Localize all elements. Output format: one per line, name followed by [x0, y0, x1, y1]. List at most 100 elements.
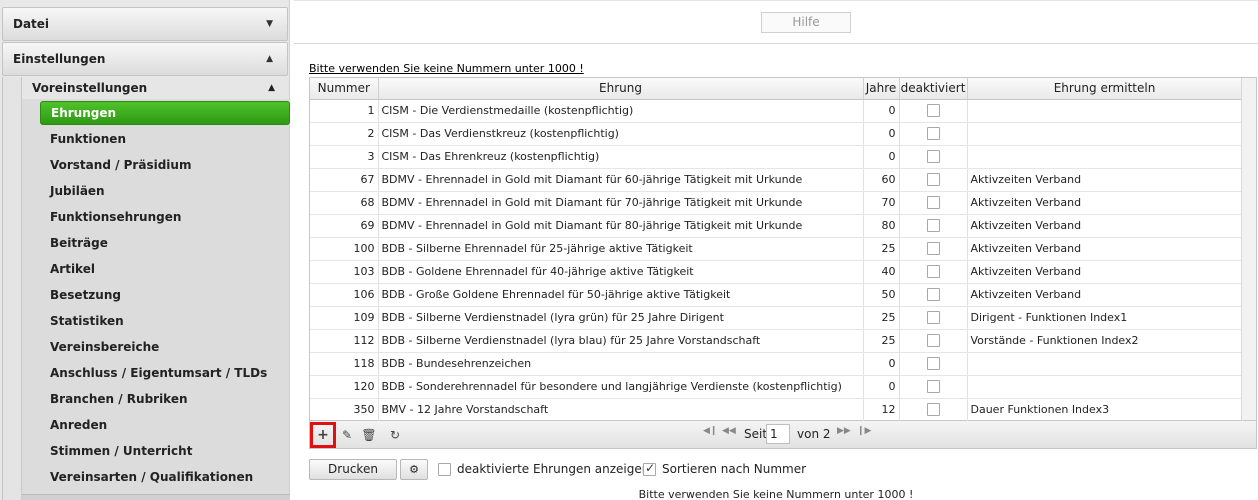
cell-nummer: 120 — [310, 375, 379, 399]
column-header-deaktiviert[interactable]: deaktiviert — [899, 78, 968, 100]
sidebar-item-funktionen[interactable]: Funktionen — [40, 126, 290, 152]
accordion-voreinstellungen[interactable]: Voreinstellungen ▲ — [22, 77, 289, 99]
table-row[interactable]: 68 BDMV - Ehrennadel in Gold mit Diamant … — [310, 191, 1243, 215]
cell-jahre: 80 — [863, 214, 900, 238]
table-row[interactable]: 118 BDB - Bundesehrenzeichen 0 — [310, 352, 1243, 376]
column-header-nummer[interactable]: Nummer — [310, 78, 379, 100]
cell-jahre: 60 — [863, 168, 900, 192]
sidebar-item-stimmen-unterricht[interactable]: Stimmen / Unterricht — [40, 438, 290, 464]
add-icon[interactable]: + — [313, 425, 333, 445]
sidebar-item-vereinsbereiche[interactable]: Vereinsbereiche — [40, 334, 290, 360]
sidebar-item-statistiken[interactable]: Statistiken — [40, 308, 290, 334]
cell-ehrung: BDB - Große Goldene Ehrennadel für 50-jä… — [378, 283, 864, 307]
next-page-icon[interactable]: ▶▶ — [837, 426, 851, 436]
deaktiviert-checkbox[interactable] — [926, 334, 940, 348]
deaktiviert-checkbox[interactable] — [926, 311, 940, 325]
refresh-icon[interactable]: ↻ — [385, 425, 405, 445]
table-body: 1 CISM - Die Verdienstmedaille (kostenpfl… — [310, 99, 1243, 422]
table-row[interactable]: 1 CISM - Die Verdienstmedaille (kostenpfl… — [310, 99, 1243, 123]
sidebar-item-jubiläen[interactable]: Jubiläen — [40, 178, 290, 204]
cell-ehrung: BDB - Silberne Verdienstnadel (lyra grün… — [378, 306, 864, 330]
table-row[interactable]: 112 BDB - Silberne Verdienstnadel (lyra b… — [310, 329, 1243, 353]
previous-page-icon[interactable]: ◀◀ — [722, 426, 736, 436]
deaktiviert-checkbox[interactable] — [926, 196, 940, 210]
print-button[interactable]: Drucken — [309, 459, 397, 480]
show-deactivated-checkbox[interactable] — [438, 463, 451, 476]
sidebar-item-ehrungen[interactable]: Ehrungen — [40, 101, 290, 125]
cell-ermitteln: Dirigent - Funktionen Index1 — [967, 306, 1243, 330]
deaktiviert-checkbox[interactable] — [926, 380, 940, 394]
sidebar-item-anreden[interactable]: Anreden — [40, 412, 290, 438]
cell-deaktiviert — [899, 237, 968, 261]
sidebar-item-vorstand-präsidium[interactable]: Vorstand / Präsidium — [40, 152, 290, 178]
column-header-ermitteln[interactable]: Ehrung ermitteln — [967, 78, 1243, 100]
last-page-icon[interactable]: ❙▶ — [857, 426, 871, 436]
deaktiviert-checkbox[interactable] — [926, 403, 940, 417]
table-row[interactable]: 120 BDB - Sonderehrennadel für besondere … — [310, 375, 1243, 399]
table-row[interactable]: 67 BDMV - Ehrennadel in Gold mit Diamant … — [310, 168, 1243, 192]
cell-jahre: 25 — [863, 329, 900, 353]
cell-ermitteln — [967, 99, 1243, 123]
cell-ermitteln: Vorstände - Funktionen Index2 — [967, 329, 1243, 353]
table-row[interactable]: 103 BDB - Goldene Ehrennadel für 40-jähri… — [310, 260, 1243, 284]
cell-jahre: 0 — [863, 122, 900, 146]
deaktiviert-checkbox[interactable] — [926, 265, 940, 279]
deaktiviert-checkbox[interactable] — [926, 242, 940, 256]
deaktiviert-checkbox[interactable] — [926, 219, 940, 233]
table-row[interactable]: 106 BDB - Große Goldene Ehrennadel für 50… — [310, 283, 1243, 307]
cell-deaktiviert — [899, 352, 968, 376]
table-row[interactable]: 3 CISM - Das Ehrenkreuz (kostenpflichtig)… — [310, 145, 1243, 169]
sidebar-item-beiträge[interactable]: Beiträge — [40, 230, 290, 256]
table-row[interactable]: 69 BDMV - Ehrennadel in Gold mit Diamant … — [310, 214, 1243, 238]
deaktiviert-checkbox[interactable] — [926, 150, 940, 164]
accordion-voreinstellungen-label: Voreinstellungen — [32, 81, 148, 95]
sort-by-number-checkbox[interactable] — [643, 461, 656, 476]
first-page-icon[interactable]: ◀❙ — [703, 426, 717, 436]
cell-jahre: 12 — [863, 398, 900, 422]
ehrungen-table: Nummer Ehrung Jahre deaktiviert Ehrung e… — [310, 78, 1243, 422]
deaktiviert-checkbox[interactable] — [926, 104, 940, 118]
sidebar: Datei ▼ Einstellungen ▲ Voreinstellungen… — [0, 0, 290, 500]
sidebar-item-anschluss-eigentumsart-tlds[interactable]: Anschluss / Eigentumsart / TLDs — [40, 360, 290, 386]
deaktiviert-checkbox[interactable] — [926, 127, 940, 141]
edit-icon[interactable]: ✎ — [337, 425, 357, 445]
delete-icon[interactable]: 🗑 — [359, 425, 379, 445]
cell-ehrung: BDB - Silberne Verdienstnadel (lyra blau… — [378, 329, 864, 353]
show-deactivated-option[interactable]: deaktivierte Ehrungen anzeigen — [438, 462, 649, 476]
cell-ermitteln: Aktivzeiten Verband — [967, 260, 1243, 284]
cell-deaktiviert — [899, 306, 968, 330]
settings-gear-icon[interactable]: ⚙ — [400, 459, 428, 480]
page-number-input[interactable]: 1 — [766, 424, 790, 444]
chevron-down-icon: ▼ — [266, 19, 273, 29]
accordion-datei[interactable]: Datei ▼ — [2, 7, 288, 41]
cell-ermitteln — [967, 145, 1243, 169]
cell-nummer: 118 — [310, 352, 379, 376]
vertical-scrollbar[interactable] — [1241, 78, 1256, 420]
deaktiviert-checkbox[interactable] — [926, 357, 940, 371]
deaktiviert-checkbox[interactable] — [926, 288, 940, 302]
table-row[interactable]: 350 BMV - 12 Jahre Vorstandschaft 12 Dauer … — [310, 398, 1243, 422]
deaktiviert-checkbox[interactable] — [926, 173, 940, 187]
cell-nummer: 100 — [310, 237, 379, 261]
sidebar-item-funktionsehrungen[interactable]: Funktionsehrungen — [40, 204, 290, 230]
table-row[interactable]: 100 BDB - Silberne Ehrennadel für 25-jähr… — [310, 237, 1243, 261]
cell-deaktiviert — [899, 145, 968, 169]
table-row[interactable]: 2 CISM - Das Verdienstkreuz (kostenpflich… — [310, 122, 1243, 146]
number-warning-link[interactable]: Bitte verwenden Sie keine Nummern unter … — [309, 62, 584, 75]
sidebar-item-besetzung[interactable]: Besetzung — [40, 282, 290, 308]
cell-ehrung: BDMV - Ehrennadel in Gold mit Diamant fü… — [378, 214, 864, 238]
sidebar-item-vereinsarten-qualifikationen[interactable]: Vereinsarten / Qualifikationen — [40, 464, 290, 490]
table-row[interactable]: 109 BDB - Silberne Verdienstnadel (lyra g… — [310, 306, 1243, 330]
column-header-jahre[interactable]: Jahre — [863, 78, 900, 100]
column-header-ehrung[interactable]: Ehrung — [378, 78, 864, 100]
help-button[interactable]: Hilfe — [761, 12, 851, 33]
cell-ermitteln: Aktivzeiten Verband — [967, 283, 1243, 307]
sort-by-number-option[interactable]: Sortieren nach Nummer — [643, 461, 806, 476]
top-toolbar: Hilfe — [294, 0, 1258, 44]
sidebar-item-branchen-rubriken[interactable]: Branchen / Rubriken — [40, 386, 290, 412]
accordion-einstellungen[interactable]: Einstellungen ▲ — [2, 42, 288, 76]
sidebar-item-artikel[interactable]: Artikel — [40, 256, 290, 282]
cell-ermitteln: Aktivzeiten Verband — [967, 214, 1243, 238]
chevron-up-icon: ▲ — [266, 54, 273, 64]
pager-total-label: von 2 — [797, 427, 831, 441]
